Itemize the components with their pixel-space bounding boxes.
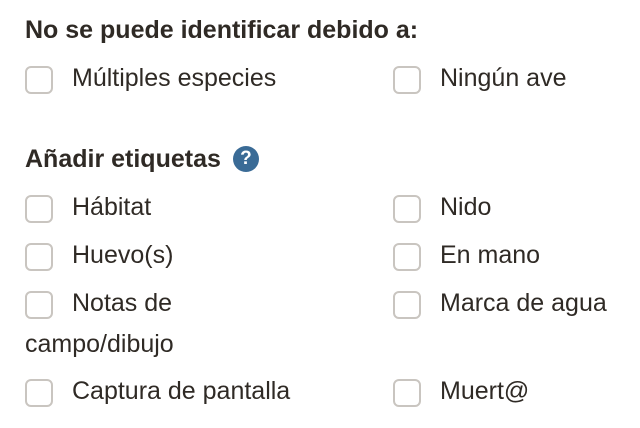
checkbox-label: Múltiples especies [72,64,277,92]
checkbox-label: Muert@ [440,377,530,405]
checkbox-label: Huevo(s) [72,241,174,269]
question-circle-icon[interactable]: ? [232,146,259,172]
checkbox[interactable] [25,243,53,271]
checkbox[interactable] [25,379,53,407]
checkbox-label: En mano [440,241,541,269]
checkbox[interactable] [25,195,53,223]
checkbox-label: Marca de agua [440,289,607,317]
checkbox-label: Hábitat [72,193,152,221]
checkbox-label: Nido [440,193,492,221]
checkbox[interactable] [393,195,421,223]
checkbox[interactable] [393,243,421,271]
checkbox-label-line1: Notas de [72,289,173,317]
checkbox-label: Captura de pantalla [72,377,291,405]
checkbox[interactable] [25,66,53,94]
tags-title-text: Añadir etiquetas [25,145,221,173]
checkbox-label: Ningún ave [440,64,567,92]
checkbox-label-line2: campo/dibujo [25,330,174,358]
checkbox[interactable] [393,66,421,94]
checkbox[interactable] [393,291,421,319]
checkbox[interactable] [25,291,53,319]
checkbox[interactable] [393,379,421,407]
section-title-unidentifiable: No se puede identificar debido a: [25,16,419,44]
section-title-tags: Añadir etiquetas ? [25,144,259,174]
